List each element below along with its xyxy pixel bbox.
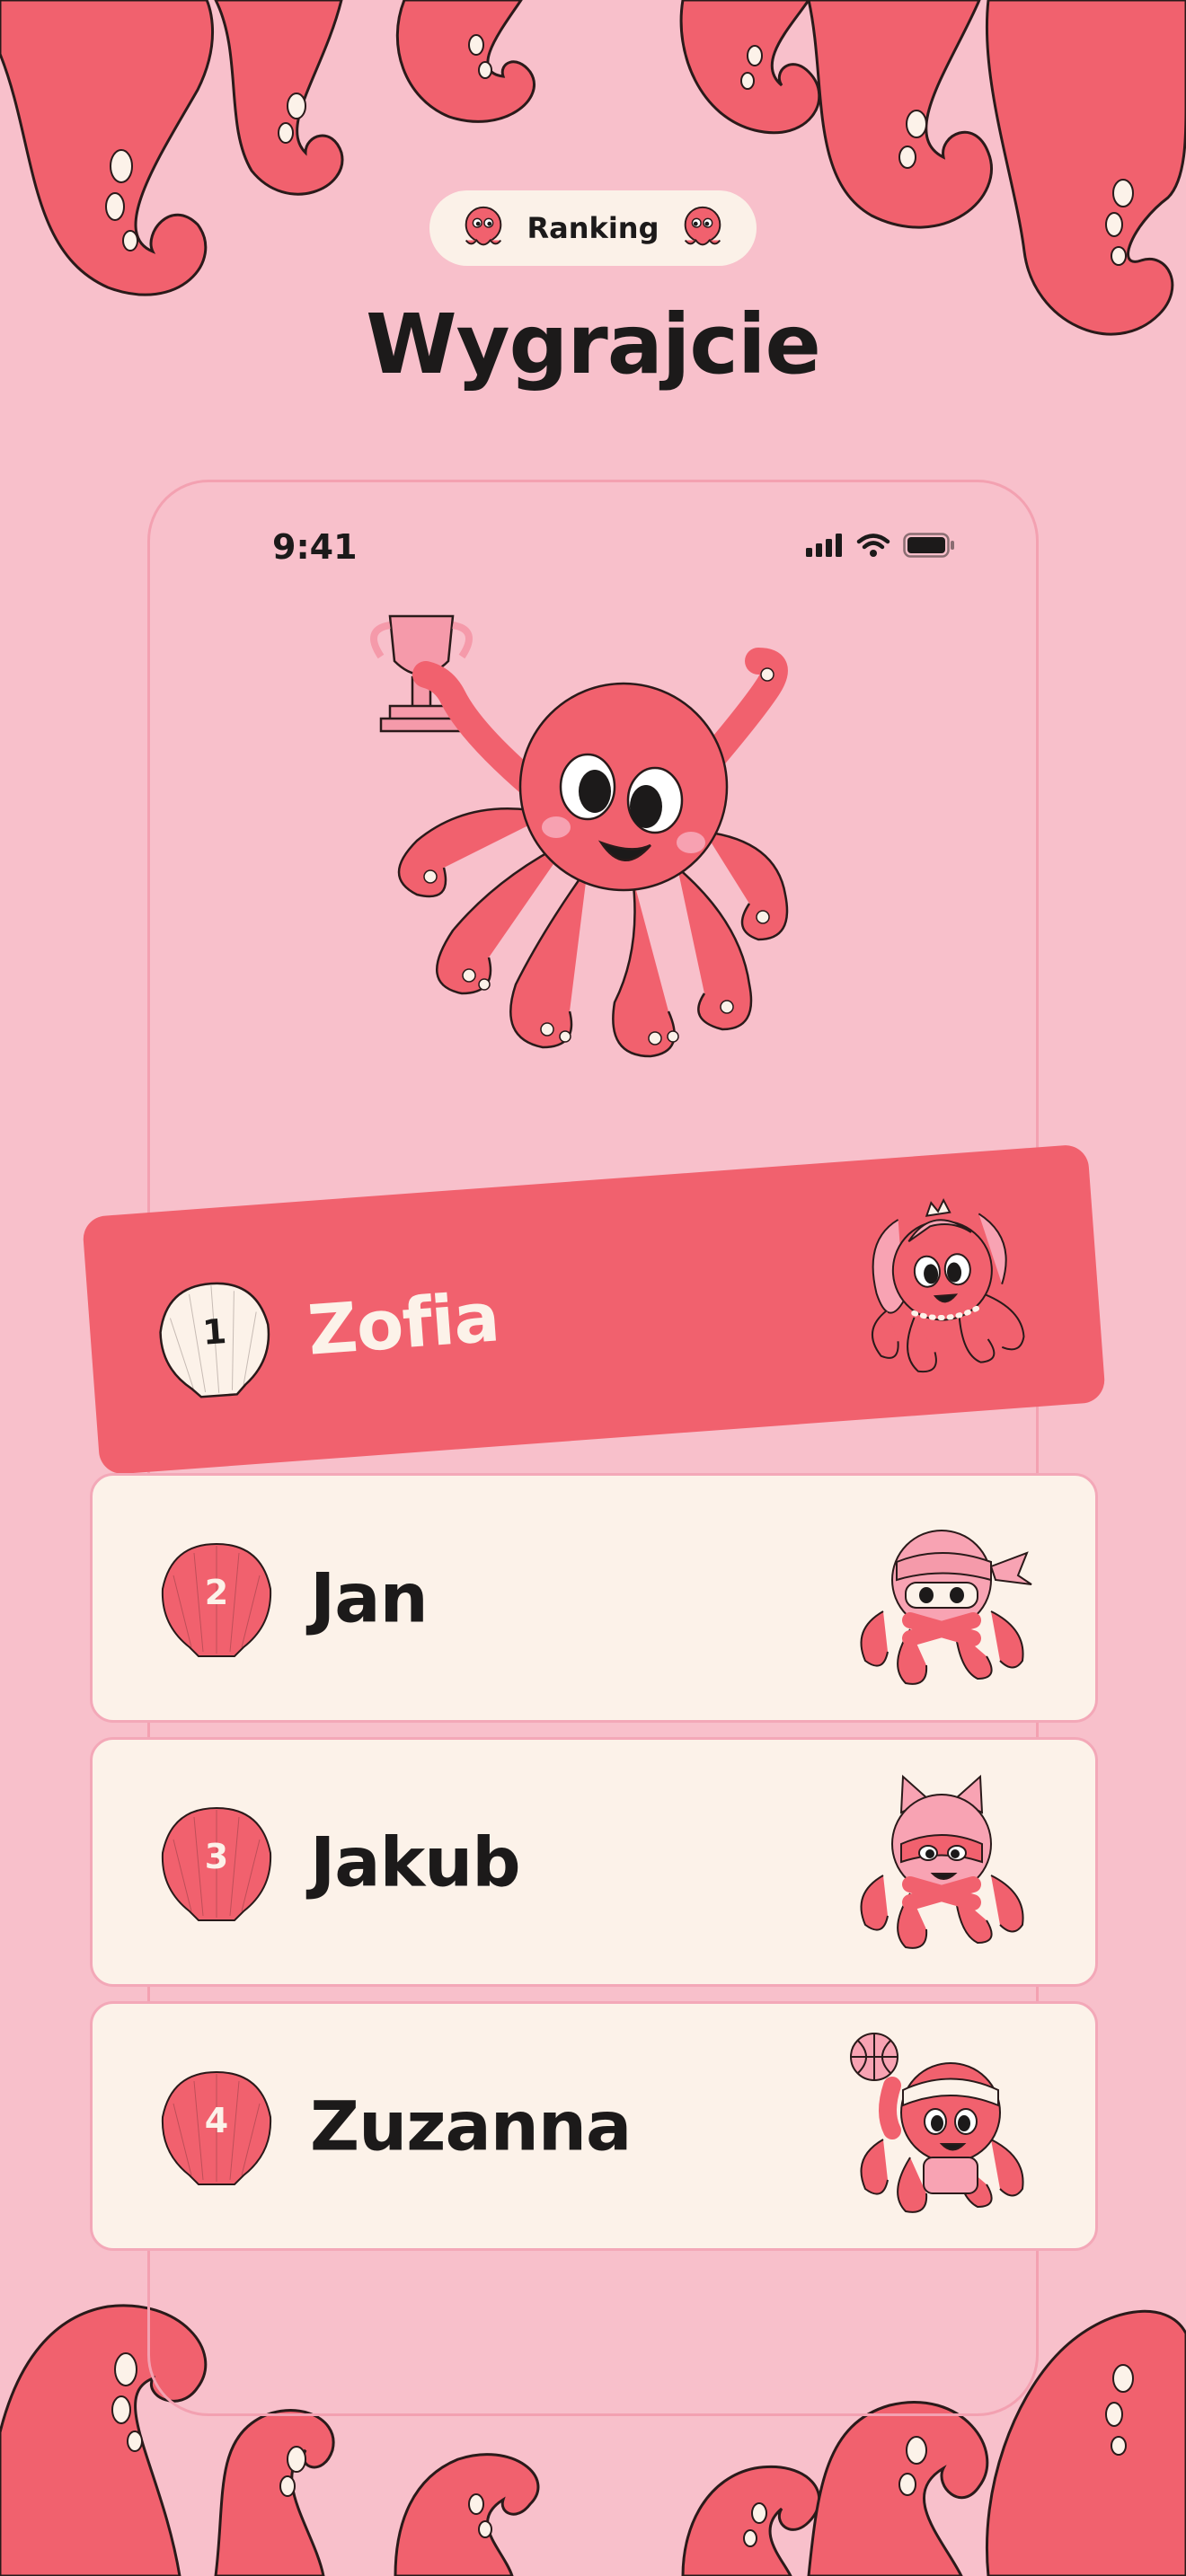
player-name: Zuzanna xyxy=(310,2086,632,2166)
avatar xyxy=(843,1183,1045,1385)
avatar xyxy=(847,1504,1036,1692)
octopus-trophy-icon xyxy=(370,614,789,1058)
octopus-cat-icon xyxy=(860,1774,1024,1949)
player-name: Jan xyxy=(310,1557,429,1638)
rank-number: 4 xyxy=(204,2101,229,2140)
rank-badge: 4 xyxy=(154,2063,279,2189)
avatar xyxy=(847,2032,1036,2220)
page-title: Wygrajcie xyxy=(366,296,821,393)
status-icons xyxy=(806,533,955,558)
octopus-princess-icon xyxy=(871,1197,1025,1373)
ranking-badge: Ranking xyxy=(429,190,757,266)
wifi-icon xyxy=(856,534,890,557)
rank-badge: 1 xyxy=(147,1270,282,1405)
octopus-ninja-icon xyxy=(860,1530,1032,1685)
octopus-icon xyxy=(465,206,501,246)
rank-badge: 2 xyxy=(154,1535,279,1661)
rank-number: 2 xyxy=(204,1573,229,1612)
ranking-row-3[interactable]: 3 Jakub xyxy=(90,1737,1098,1987)
battery-icon xyxy=(903,533,954,558)
ranking-row-2[interactable]: 2 Jan xyxy=(90,1473,1098,1723)
octopus-icon xyxy=(685,206,721,246)
player-name: Jakub xyxy=(310,1822,521,1902)
status-time: 9:41 xyxy=(272,527,358,567)
avatar xyxy=(847,1768,1036,1956)
signal-icon xyxy=(806,534,842,557)
player-name: Zofia xyxy=(305,1276,502,1371)
rank-badge: 3 xyxy=(154,1799,279,1925)
octopus-basketball-icon xyxy=(850,2033,1024,2213)
badge-label: Ranking xyxy=(527,211,659,245)
ranking-row-4[interactable]: 4 Zuzanna xyxy=(90,2001,1098,2251)
rank-number: 3 xyxy=(204,1837,229,1876)
